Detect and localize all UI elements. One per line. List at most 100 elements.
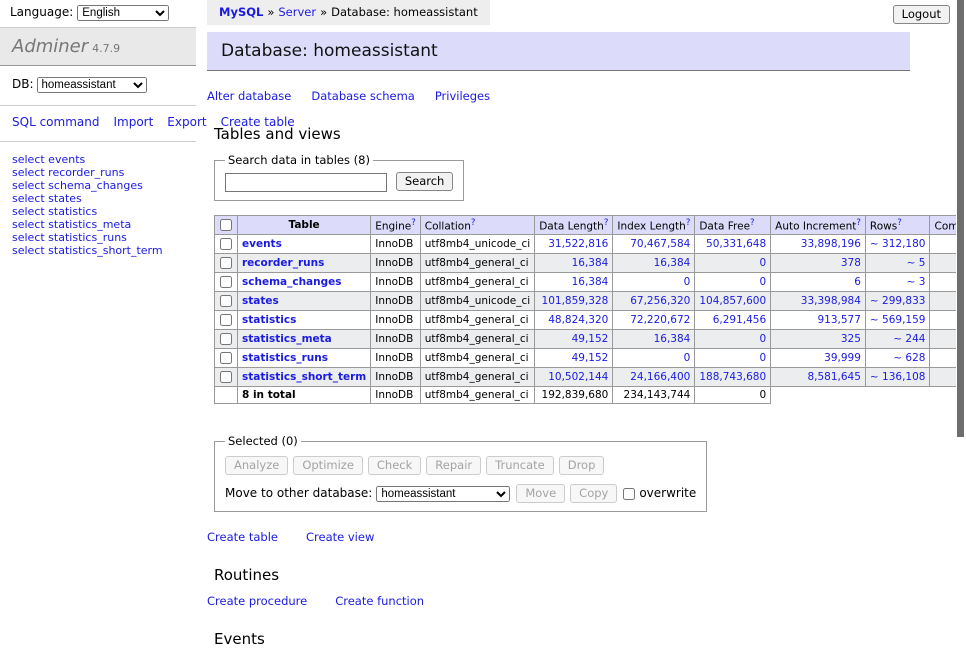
table-link[interactable]: events	[242, 238, 282, 250]
column-header-collation: Collation?	[420, 215, 534, 235]
help-link[interactable]: ?	[686, 218, 691, 228]
search-input[interactable]	[225, 173, 387, 192]
rows-link[interactable]: ~ 299,833	[870, 295, 926, 307]
table-name-cell: statistics_runs	[238, 349, 371, 368]
engine-cell: InnoDB	[371, 235, 421, 254]
row-checkbox[interactable]	[220, 314, 232, 326]
rows-link[interactable]: ~ 312,180	[870, 238, 926, 250]
row-checkbox[interactable]	[220, 276, 232, 288]
total-name-cell: 8 in total	[238, 387, 371, 404]
rows-link[interactable]: ~ 628	[893, 352, 925, 364]
sidebar-action-export[interactable]: Export	[167, 115, 206, 129]
routine-link-create-procedure[interactable]: Create procedure	[207, 594, 307, 608]
row-checkbox[interactable]	[220, 238, 232, 250]
table-link[interactable]: states	[242, 295, 279, 307]
sidebar-action-sql-command[interactable]: SQL command	[12, 115, 99, 129]
row-checkbox[interactable]	[220, 295, 232, 307]
data-free-cell: 0	[695, 273, 771, 292]
data-length-cell: 101,859,328	[535, 292, 613, 311]
scrollbar-track[interactable]	[956, 0, 966, 543]
breadcrumb-separator: »	[267, 5, 274, 19]
rows-link[interactable]: ~ 136,108	[870, 371, 926, 383]
table-link[interactable]: statistics_runs	[242, 352, 328, 364]
help-link[interactable]: ?	[411, 218, 416, 228]
help-link[interactable]: ?	[856, 218, 861, 228]
rows-link[interactable]: ~ 3	[907, 276, 926, 288]
data-free-cell: 0	[695, 330, 771, 349]
sidebar-table-link-select-statistics-runs[interactable]: select statistics_runs	[12, 231, 184, 244]
check-button[interactable]: Check	[368, 456, 421, 475]
sidebar-table-link-select-schema-changes[interactable]: select schema_changes	[12, 179, 184, 192]
move-button[interactable]: Move	[516, 484, 565, 503]
collation-cell: utf8mb4_general_ci	[420, 349, 534, 368]
routine-link-create-function[interactable]: Create function	[335, 594, 424, 608]
rows-link[interactable]: ~ 5	[907, 257, 926, 269]
collation-cell: utf8mb4_unicode_ci	[420, 292, 534, 311]
table-link[interactable]: schema_changes	[242, 276, 342, 288]
logout-button[interactable]: Logout	[893, 5, 950, 24]
table-link[interactable]: statistics_short_term	[242, 371, 366, 383]
data-length-cell: 49,152	[535, 349, 613, 368]
row-checkbox[interactable]	[220, 352, 232, 364]
table-row: statistics_runs InnoDButf8mb4_general_ci4…	[215, 349, 966, 368]
truncate-button[interactable]: Truncate	[486, 456, 554, 475]
sidebar-table-link-select-recorder-runs[interactable]: select recorder_runs	[12, 166, 184, 179]
table-body: eventsInnoDButf8mb4_unicode_ci31,522,816…	[215, 235, 966, 404]
column-header-auto-increment: Auto Increment?	[771, 215, 866, 235]
total-data-free-cell: 0	[695, 387, 771, 404]
row-checkbox[interactable]	[220, 257, 232, 269]
breadcrumb-separator: »	[320, 5, 327, 19]
table-name-cell: recorder_runs	[238, 254, 371, 273]
scrollbar-thumb[interactable]	[957, 0, 964, 437]
engine-cell: InnoDB	[371, 292, 421, 311]
sidebar-table-link-select-statistics-meta[interactable]: select statistics_meta	[12, 218, 184, 231]
create-link-create-table[interactable]: Create table	[207, 530, 278, 544]
auto-increment-cell: 8,581,645	[771, 368, 866, 387]
sidebar-table-link-select-statistics-short-term[interactable]: select statistics_short_term	[12, 244, 184, 257]
db-action-database-schema[interactable]: Database schema	[311, 89, 414, 103]
data-length-cell: 31,522,816	[535, 235, 613, 254]
main-content: MySQL»Server»Database: homeassistant Log…	[207, 0, 966, 648]
table-link[interactable]: recorder_runs	[242, 257, 324, 269]
table-link[interactable]: statistics_meta	[242, 333, 332, 345]
sidebar-table-link-select-states[interactable]: select states	[12, 192, 184, 205]
db-action-privileges[interactable]: Privileges	[435, 89, 490, 103]
drop-button[interactable]: Drop	[559, 456, 605, 475]
select-all-checkbox[interactable]	[220, 219, 232, 231]
engine-cell: InnoDB	[371, 368, 421, 387]
repair-button[interactable]: Repair	[426, 456, 481, 475]
help-link[interactable]: ?	[750, 218, 755, 228]
table-link[interactable]: statistics	[242, 314, 296, 326]
table-name-cell: statistics_meta	[238, 330, 371, 349]
help-link[interactable]: ?	[604, 218, 609, 228]
overwrite-checkbox[interactable]	[623, 488, 635, 500]
copy-button[interactable]: Copy	[570, 484, 617, 503]
optimize-button[interactable]: Optimize	[293, 456, 363, 475]
engine-cell: InnoDB	[371, 349, 421, 368]
sidebar-table-link-select-statistics[interactable]: select statistics	[12, 205, 184, 218]
breadcrumb-server[interactable]: Server	[278, 5, 316, 19]
index-length-cell: 67,256,320	[613, 292, 695, 311]
collation-cell: utf8mb4_general_ci	[420, 254, 534, 273]
analyze-button[interactable]: Analyze	[225, 456, 288, 475]
row-check-cell	[215, 311, 238, 330]
db-action-alter-database[interactable]: Alter database	[207, 89, 291, 103]
table-head: TableEngine?Collation?Data Length?Index …	[215, 215, 966, 235]
move-db-select[interactable]: homeassistant	[376, 486, 510, 502]
row-checkbox[interactable]	[220, 333, 232, 345]
search-button[interactable]: Search	[396, 172, 454, 191]
sidebar-table-link-select-events[interactable]: select events	[12, 153, 184, 166]
rows-link[interactable]: ~ 569,159	[870, 314, 926, 326]
rows-cell: ~ 5	[865, 254, 930, 273]
table-name-cell: states	[238, 292, 371, 311]
sidebar-action-import[interactable]: Import	[113, 115, 153, 129]
index-length-cell: 72,220,672	[613, 311, 695, 330]
auto-increment-cell: 33,398,984	[771, 292, 866, 311]
rows-link[interactable]: ~ 244	[893, 333, 925, 345]
row-checkbox[interactable]	[220, 371, 232, 383]
breadcrumb-mysql[interactable]: MySQL	[219, 5, 263, 19]
help-link[interactable]: ?	[897, 218, 902, 228]
create-link-create-view[interactable]: Create view	[306, 530, 374, 544]
help-link[interactable]: ?	[471, 218, 476, 228]
db-select[interactable]: homeassistant	[37, 77, 147, 93]
